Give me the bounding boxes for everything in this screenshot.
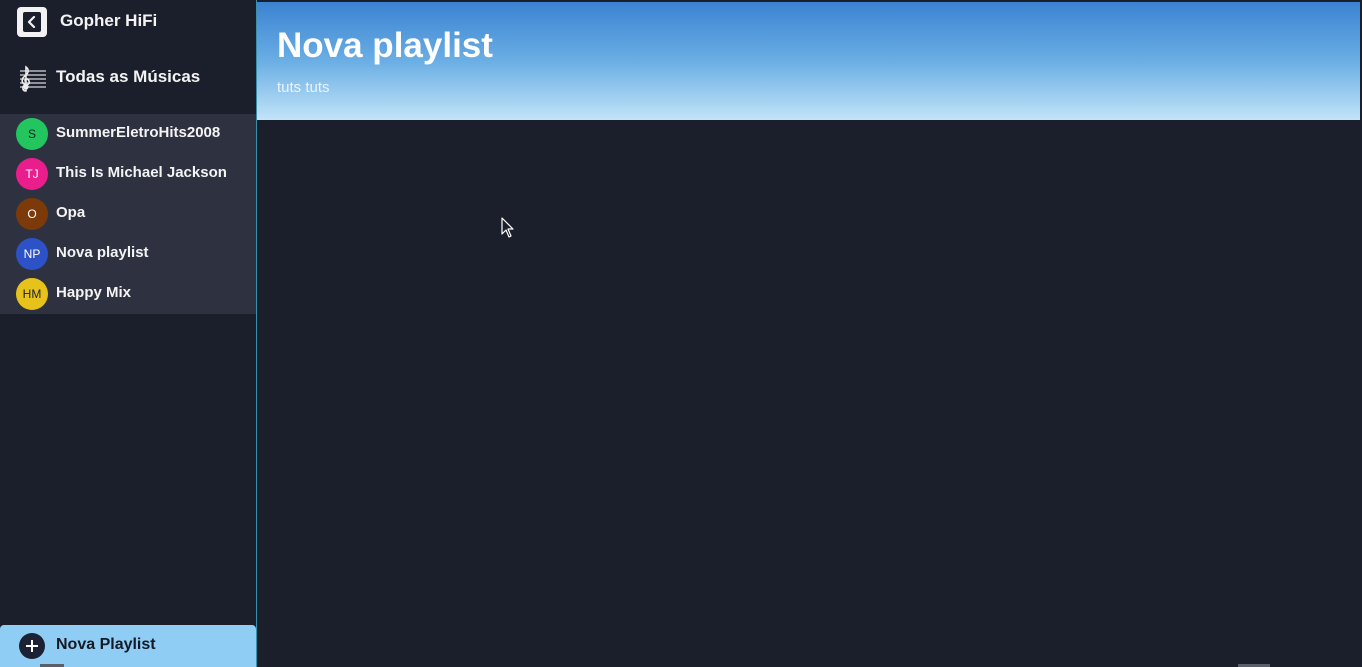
- playlist-list: S SummerEletroHits2008 TJ This Is Michae…: [0, 114, 256, 314]
- mouse-pointer-icon: [501, 217, 515, 239]
- playlist-description: tuts tuts: [277, 79, 330, 96]
- brand[interactable]: Gopher HiFi: [0, 0, 256, 44]
- playlist-name: SummerEletroHits2008: [56, 124, 221, 141]
- new-playlist-button[interactable]: Nova Playlist: [0, 625, 256, 667]
- playlist-avatar: S: [16, 118, 48, 150]
- playlist-item[interactable]: HM Happy Mix: [0, 274, 256, 314]
- sidebar: Gopher HiFi Todas as Músicas S SummerEle…: [0, 0, 257, 667]
- playlist-name: Opa: [56, 204, 86, 221]
- playlist-header: Nova playlist tuts tuts: [257, 2, 1360, 120]
- all-songs-link[interactable]: Todas as Músicas: [0, 58, 256, 98]
- app-window: Gopher HiFi Todas as Músicas S SummerEle…: [0, 0, 1362, 667]
- playlist-item[interactable]: O Opa: [0, 194, 256, 234]
- new-playlist-label: Nova Playlist: [56, 636, 156, 653]
- back-arrow-icon[interactable]: [17, 7, 47, 37]
- app-title: Gopher HiFi: [60, 11, 158, 30]
- playlist-avatar: HM: [16, 278, 48, 310]
- playlist-item[interactable]: S SummerEletroHits2008: [0, 114, 256, 154]
- playlist-name: Nova playlist: [56, 244, 149, 261]
- playlist-avatar: O: [16, 198, 48, 230]
- track-list-area: [257, 120, 1362, 667]
- playlist-item[interactable]: NP Nova playlist: [0, 234, 256, 274]
- playlist-name: Happy Mix: [56, 284, 132, 301]
- playlist-name: This Is Michael Jackson: [56, 164, 227, 181]
- all-songs-label: Todas as Músicas: [56, 67, 201, 86]
- music-staff-icon: [16, 62, 48, 94]
- plus-icon: [19, 633, 45, 659]
- main-panel: Nova playlist tuts tuts: [257, 0, 1362, 667]
- page-title: Nova playlist: [277, 26, 493, 65]
- playlist-item[interactable]: TJ This Is Michael Jackson: [0, 154, 256, 194]
- playlist-avatar: NP: [16, 238, 48, 270]
- playlist-avatar: TJ: [16, 158, 48, 190]
